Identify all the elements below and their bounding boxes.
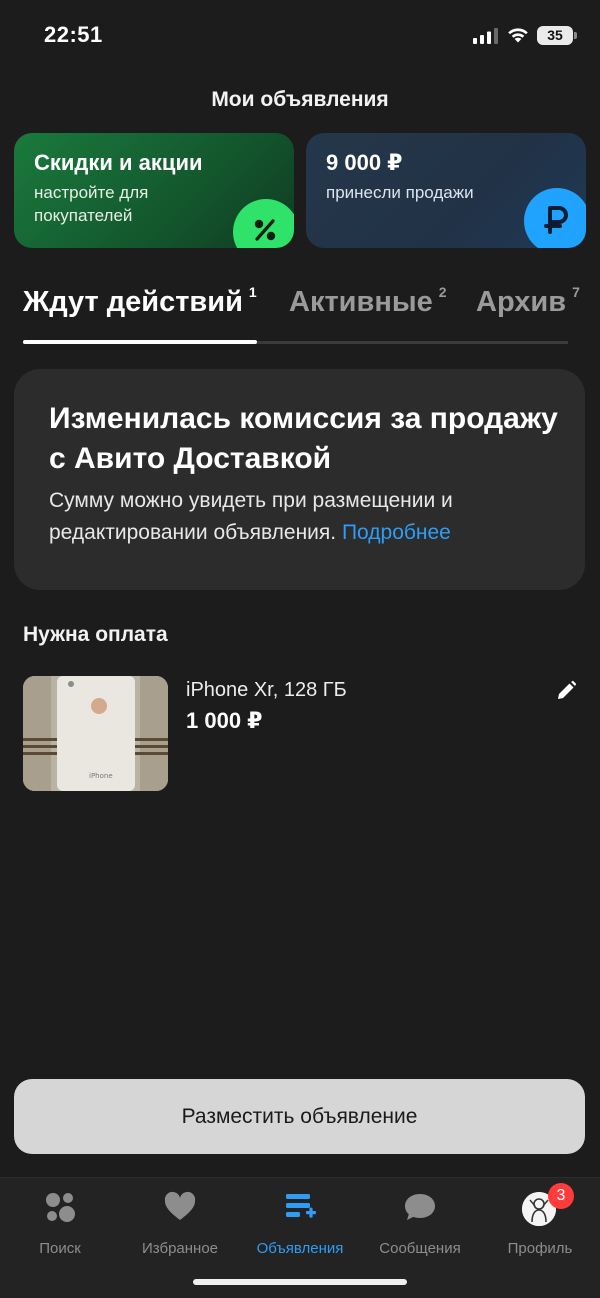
notification-badge: 3 — [548, 1183, 574, 1209]
nav-listings[interactable]: Объявления — [240, 1188, 360, 1258]
percent-icon — [233, 199, 294, 248]
nav-label: Избранное — [141, 1240, 219, 1257]
nav-label: Поиск — [39, 1240, 81, 1257]
nav-label: Сообщения — [379, 1240, 461, 1257]
tab-count: 2 — [438, 284, 447, 300]
discounts-card-subtitle: настройте для покупателей — [34, 183, 149, 225]
tab-count: 7 — [572, 284, 580, 300]
search-bubbles-icon — [46, 1193, 75, 1222]
battery-indicator: 35 — [537, 26, 577, 45]
sales-card[interactable]: 9 000 ₽ принесли продажи — [306, 133, 586, 248]
section-title: Нужна оплата — [23, 623, 168, 646]
nav-search[interactable]: Поиск — [0, 1188, 120, 1258]
edit-pencil-icon[interactable] — [555, 680, 577, 702]
nav-label: Профиль — [507, 1240, 573, 1257]
tab-active-indicator — [23, 340, 257, 344]
banner-more-link[interactable]: Подробнее — [342, 521, 451, 544]
tab-active[interactable]: Активные 2 — [289, 284, 447, 319]
tab-count: 1 — [248, 284, 257, 300]
nav-favorites[interactable]: Избранное — [120, 1188, 240, 1258]
chat-bubble-icon — [405, 1194, 435, 1220]
tab-label: Активные — [289, 286, 433, 318]
tab-archive[interactable]: Архив 7 — [476, 284, 580, 319]
tab-awaiting-action[interactable]: Ждут действий 1 — [23, 284, 257, 319]
sales-amount: 9 000 ₽ — [326, 150, 403, 175]
heart-icon — [164, 1191, 196, 1220]
discounts-card-title: Скидки и акции — [34, 150, 203, 175]
home-indicator — [193, 1279, 407, 1285]
discounts-card[interactable]: Скидки и акции настройте для покупателей — [14, 133, 294, 248]
listings-add-icon — [286, 1194, 316, 1218]
thumbnail-text: iPhone — [89, 772, 113, 780]
listing-price: 1 000 ₽ — [186, 708, 263, 733]
sales-card-subtitle: принесли продажи — [326, 183, 474, 202]
commission-banner: Изменилась комиссия за продажу с Авито Д… — [14, 369, 585, 590]
wifi-icon — [508, 28, 528, 43]
listing-title[interactable]: iPhone Xr, 128 ГБ — [186, 679, 347, 702]
post-ad-button[interactable]: Разместить объявление — [14, 1079, 585, 1154]
nav-label: Объявления — [256, 1240, 344, 1257]
nav-messages[interactable]: Сообщения — [360, 1188, 480, 1258]
cellular-signal-icon — [473, 28, 498, 44]
banner-text: Сумму можно увидеть при размещении и ред… — [49, 485, 569, 549]
ruble-icon — [524, 188, 586, 248]
banner-title: Изменилась комиссия за продажу с Авито Д… — [49, 402, 558, 475]
status-time: 22:51 — [44, 22, 103, 47]
tab-label: Ждут действий — [23, 286, 243, 318]
page-title: Мои объявления — [211, 88, 389, 111]
tab-label: Архив — [476, 286, 567, 318]
listing-thumbnail[interactable]: iPhone — [23, 676, 168, 791]
nav-profile[interactable]: 3 Профиль — [480, 1183, 600, 1258]
